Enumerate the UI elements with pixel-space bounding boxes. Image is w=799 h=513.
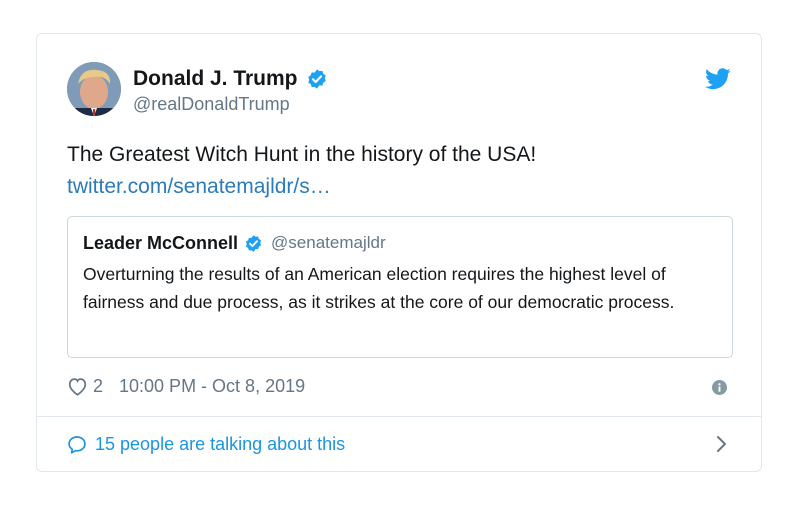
- quoted-author-handle[interactable]: @senatemajldr: [271, 232, 386, 254]
- author-name[interactable]: Donald J. Trump: [133, 66, 328, 92]
- tweet-link[interactable]: twitter.com/senatemajldr/s…: [67, 172, 331, 202]
- author-handle[interactable]: @realDonaldTrump: [133, 93, 290, 115]
- quoted-tweet[interactable]: Leader McConnell @senatemajldr Overturni…: [67, 216, 733, 358]
- chevron-right-icon[interactable]: [715, 435, 727, 453]
- like-count[interactable]: 2: [93, 374, 103, 398]
- talking-about-link[interactable]: 15 people are talking about this: [67, 432, 345, 456]
- author-name-text[interactable]: Donald J. Trump: [133, 66, 298, 92]
- tweet-text: The Greatest Witch Hunt in the history o…: [67, 143, 537, 166]
- divider: [37, 416, 761, 417]
- tweet-timestamp[interactable]: 10:00 PM - Oct 8, 2019: [119, 374, 305, 398]
- tweet-meta: 2 10:00 PM - Oct 8, 2019: [67, 374, 305, 398]
- heart-icon[interactable]: [67, 377, 88, 396]
- verified-badge-icon: [306, 68, 328, 90]
- twitter-bird-icon[interactable]: [705, 68, 731, 90]
- talking-about-text[interactable]: 15 people are talking about this: [95, 432, 345, 456]
- verified-badge-icon: [244, 234, 263, 253]
- quoted-tweet-header: Leader McConnell @senatemajldr: [83, 232, 386, 254]
- speech-bubble-icon: [67, 435, 87, 454]
- info-icon[interactable]: [712, 380, 727, 395]
- quoted-author-name[interactable]: Leader McConnell: [83, 232, 238, 254]
- avatar[interactable]: [67, 62, 121, 116]
- quoted-tweet-text: Overturning the results of an American e…: [83, 264, 675, 312]
- embedded-tweet-card: Donald J. Trump @realDonaldTrump The Gre…: [36, 33, 762, 472]
